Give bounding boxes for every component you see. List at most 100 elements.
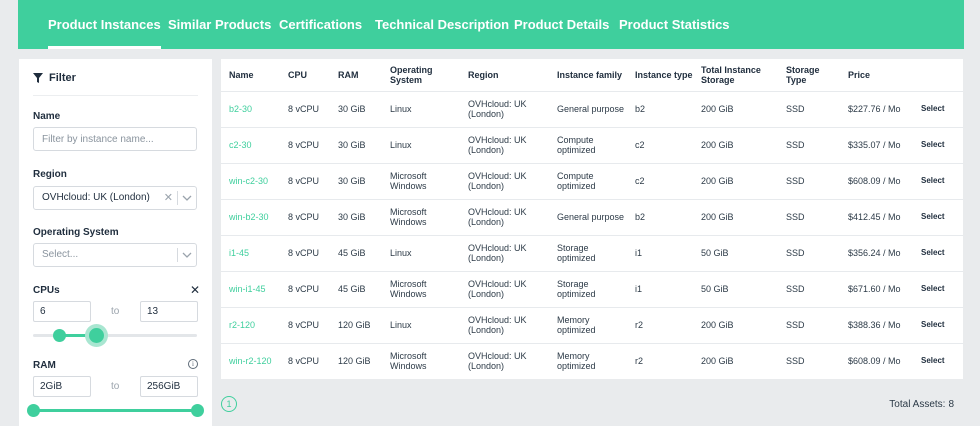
column-header-name[interactable]: Name	[221, 59, 280, 91]
cpu-max-input[interactable]: 13	[140, 301, 198, 322]
filter-panel: Filter Name Region OVHcloud: UK (London)…	[19, 59, 212, 426]
storage-type-cell: SSD	[778, 90, 840, 127]
storage-type-cell: SSD	[778, 342, 840, 379]
chevron-down-icon[interactable]	[182, 195, 192, 201]
filter-title: Filter	[49, 72, 76, 84]
table-row: r2-120 8 vCPU 120 GiB Linux OVHcloud: UK (Lo…	[221, 306, 963, 343]
type-cell: b2	[627, 198, 693, 235]
family-cell: Storage optimized	[549, 234, 627, 271]
ram-slider-range	[33, 409, 197, 412]
column-header-cpu[interactable]: CPU	[280, 59, 330, 91]
ram-cell: 120 GiB	[330, 342, 382, 379]
cpu-cell: 8 vCPU	[280, 342, 330, 379]
total-assets: Total Assets: 8	[886, 399, 954, 410]
region-cell: OVHcloud: UK (London)	[460, 90, 549, 127]
storage-type-cell: SSD	[778, 306, 840, 343]
select-button[interactable]: Select	[913, 270, 963, 307]
column-header-storage-type[interactable]: Storage Type	[778, 59, 840, 91]
ram-max-input[interactable]: 256GiB	[140, 376, 198, 397]
info-icon[interactable]: i	[188, 359, 198, 369]
range-separator: to	[111, 306, 120, 317]
family-cell: Compute optimized	[549, 126, 627, 163]
column-header-os[interactable]: Operating System	[382, 59, 460, 91]
tab-product-statistics[interactable]: Product Statistics	[619, 0, 730, 49]
column-header-family[interactable]: Instance family	[549, 59, 627, 91]
select-button[interactable]: Select	[913, 198, 963, 235]
cpu-cell: 8 vCPU	[280, 162, 330, 199]
select-button[interactable]: Select	[913, 342, 963, 379]
price-cell: $227.76 / Mo	[840, 90, 913, 127]
storage-cell: 200 GiB	[693, 126, 778, 163]
os-select[interactable]: Select...	[33, 243, 197, 267]
os-label: Operating System	[33, 227, 119, 238]
cpu-max-handle[interactable]	[89, 328, 104, 343]
select-button[interactable]: Select	[913, 234, 963, 271]
chevron-down-icon[interactable]	[182, 252, 192, 258]
page-button[interactable]: 1	[221, 396, 237, 412]
tab-product-instances[interactable]: Product Instances	[48, 0, 161, 49]
instance-name[interactable]: r2-120	[221, 306, 280, 343]
storage-cell: 200 GiB	[693, 198, 778, 235]
total-assets-label: Total Assets:	[889, 399, 946, 410]
region-select[interactable]: OVHcloud: UK (London) ✕	[33, 186, 197, 210]
tab-similar-products[interactable]: Similar Products	[168, 0, 271, 49]
ram-min-input[interactable]: 2GiB	[33, 376, 91, 397]
ram-max-handle[interactable]	[191, 404, 204, 417]
type-cell: b2	[627, 90, 693, 127]
cpu-cell: 8 vCPU	[280, 306, 330, 343]
type-cell: c2	[627, 126, 693, 163]
region-cell: OVHcloud: UK (London)	[460, 126, 549, 163]
region-cell: OVHcloud: UK (London)	[460, 234, 549, 271]
cpu-cell: 8 vCPU	[280, 234, 330, 271]
tab-certifications[interactable]: Certifications	[279, 0, 362, 49]
instances-table: Name CPU RAM Operating System Region Ins…	[221, 59, 963, 379]
ram-label: RAM	[33, 360, 56, 371]
table-row: i1-45 8 vCPU 45 GiB Linux OVHcloud: UK (Lond…	[221, 234, 963, 271]
instance-name[interactable]: b2-30	[221, 90, 280, 127]
product-tab-bar: Product Instances Similar Products Certi…	[18, 0, 964, 49]
column-header-ram[interactable]: RAM	[330, 59, 382, 91]
region-label: Region	[33, 169, 67, 180]
storage-cell: 200 GiB	[693, 306, 778, 343]
instance-name[interactable]: win-c2-30	[221, 162, 280, 199]
close-icon[interactable]: ✕	[190, 283, 200, 297]
table-row: win-c2-30 8 vCPU 30 GiB Microsoft Windows OV…	[221, 162, 963, 199]
storage-cell: 50 GiB	[693, 234, 778, 271]
column-header-price[interactable]: Price	[840, 59, 913, 91]
storage-cell: 200 GiB	[693, 162, 778, 199]
region-value: OVHcloud: UK (London)	[42, 192, 150, 203]
table-body: b2-30 8 vCPU 30 GiB Linux OVHcloud: UK (Lond…	[221, 90, 963, 379]
os-cell: Linux	[382, 126, 460, 163]
tab-product-details[interactable]: Product Details	[514, 0, 609, 49]
ram-cell: 30 GiB	[330, 162, 382, 199]
cpu-min-input[interactable]: 6	[33, 301, 91, 322]
type-cell: r2	[627, 342, 693, 379]
select-button[interactable]: Select	[913, 126, 963, 163]
table-row: win-i1-45 8 vCPU 45 GiB Microsoft Windows OV…	[221, 270, 963, 307]
instance-name[interactable]: c2-30	[221, 126, 280, 163]
region-cell: OVHcloud: UK (London)	[460, 342, 549, 379]
storage-cell: 50 GiB	[693, 270, 778, 307]
cpu-cell: 8 vCPU	[280, 90, 330, 127]
instance-name[interactable]: win-i1-45	[221, 270, 280, 307]
instance-name[interactable]: win-b2-30	[221, 198, 280, 235]
select-button[interactable]: Select	[913, 306, 963, 343]
select-button[interactable]: Select	[913, 162, 963, 199]
family-cell: Storage optimized	[549, 270, 627, 307]
storage-type-cell: SSD	[778, 126, 840, 163]
name-filter-input[interactable]	[33, 127, 197, 151]
select-button[interactable]: Select	[913, 90, 963, 127]
funnel-icon	[33, 73, 43, 83]
ram-min-handle[interactable]	[27, 404, 40, 417]
column-header-type[interactable]: Instance type	[627, 59, 693, 91]
instance-name[interactable]: win-r2-120	[221, 342, 280, 379]
price-cell: $335.07 / Mo	[840, 126, 913, 163]
column-header-region[interactable]: Region	[460, 59, 549, 91]
tab-technical-description[interactable]: Technical Description	[375, 0, 509, 49]
storage-type-cell: SSD	[778, 234, 840, 271]
column-header-storage[interactable]: Total Instance Storage	[693, 59, 778, 91]
region-cell: OVHcloud: UK (London)	[460, 306, 549, 343]
instance-name[interactable]: i1-45	[221, 234, 280, 271]
clear-icon[interactable]: ✕	[164, 187, 173, 209]
cpu-min-handle[interactable]	[53, 329, 66, 342]
